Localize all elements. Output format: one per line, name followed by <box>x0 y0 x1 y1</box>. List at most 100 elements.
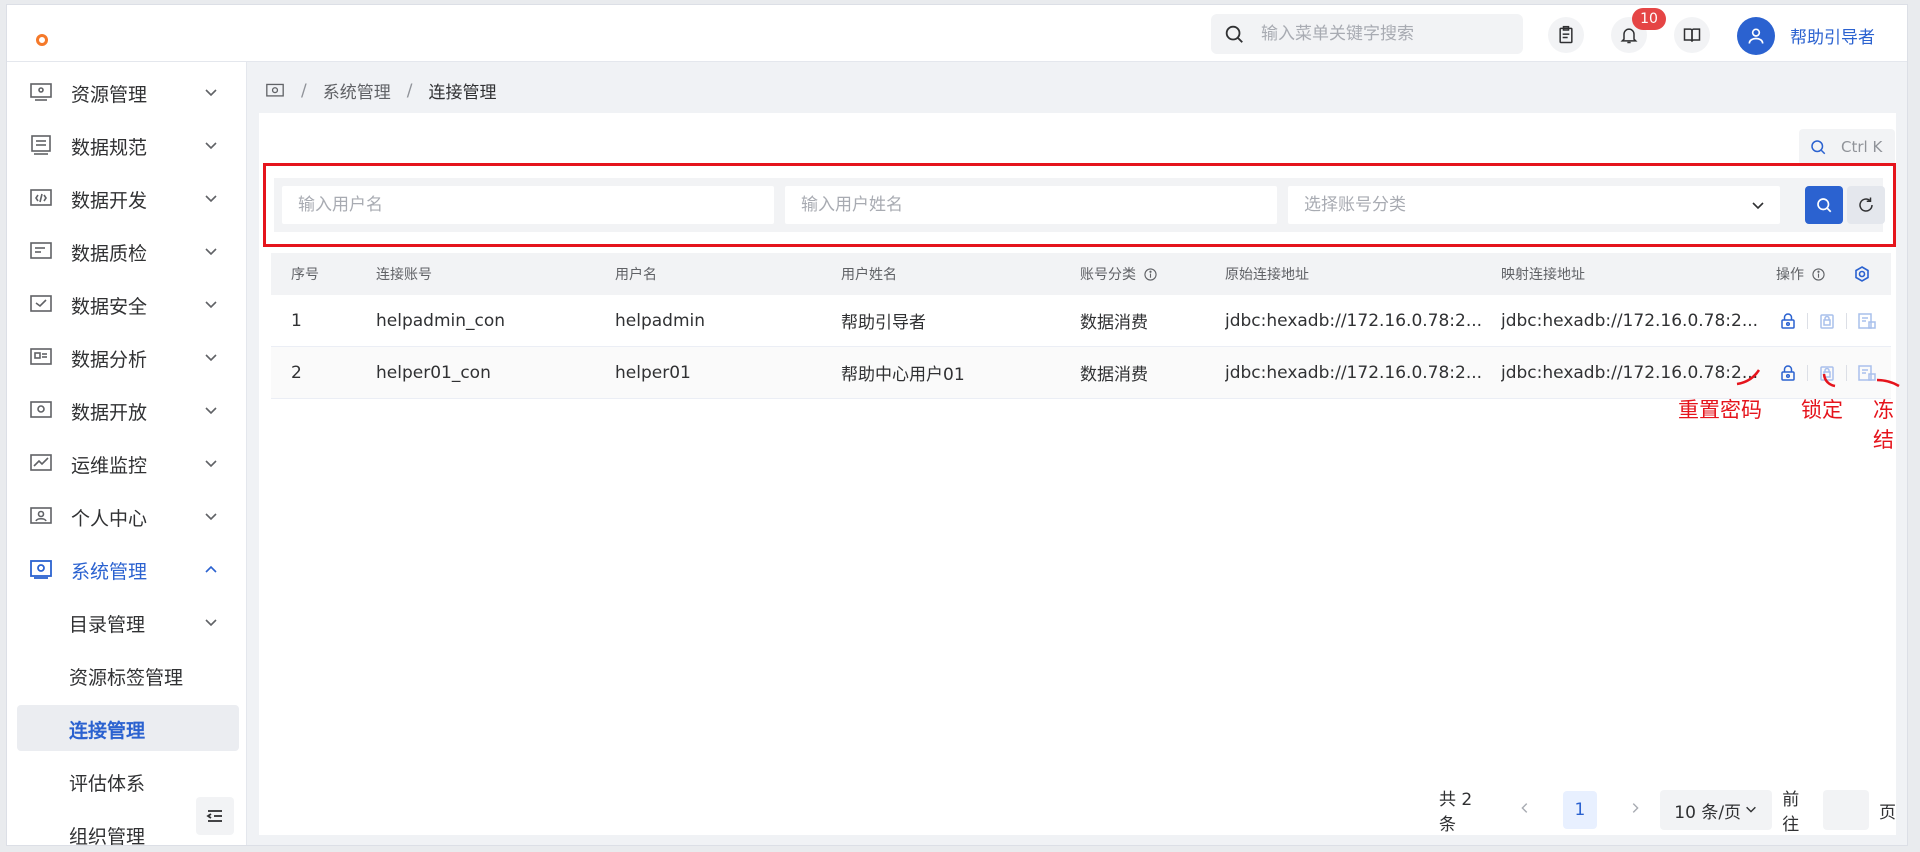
sidebar-item-label: 系统管理 <box>71 561 148 583</box>
cell-source-url: jdbc:hexadb://172.16.0.78:2... <box>1225 362 1483 383</box>
page-size-select[interactable]: 10 条/页 <box>1660 790 1773 830</box>
sidebar-item-develop[interactable]: 数据开发 <box>7 174 247 222</box>
book-icon <box>1683 28 1701 42</box>
column-header-actions: 操作 <box>1776 253 1825 295</box>
sidebar-item-personal[interactable]: 个人中心 <box>7 492 247 540</box>
top-bar: 10 帮助引导者 <box>7 5 1907 62</box>
next-page-button[interactable] <box>1621 800 1648 820</box>
home-icon[interactable] <box>265 82 285 100</box>
sidebar-item-label: 运维监控 <box>71 455 148 477</box>
column-settings-button[interactable] <box>1853 253 1871 295</box>
quality-icon <box>30 242 52 259</box>
open-icon <box>30 401 52 418</box>
username-input[interactable] <box>298 195 727 215</box>
sidebar-item-label: 个人中心 <box>71 508 148 530</box>
chevron-left-icon <box>1521 803 1528 813</box>
fullname-filter[interactable] <box>785 186 1277 224</box>
cell-mapped-url: jdbc:hexadb://172.16.0.78:2... <box>1501 362 1759 383</box>
notification-badge: 10 <box>1632 8 1666 30</box>
cell-index: 1 <box>291 310 302 331</box>
category-input[interactable] <box>1304 195 1733 215</box>
chevron-right-icon <box>1632 803 1639 813</box>
username-filter[interactable] <box>282 186 774 224</box>
row-actions <box>1779 295 1877 346</box>
annotation-reset-password: 重置密码 <box>1678 398 1762 422</box>
chevron-down-icon <box>1752 202 1764 210</box>
security-icon <box>30 295 52 312</box>
page-size-value: 10 条/页 <box>1674 802 1742 823</box>
sidebar-item-label: 连接管理 <box>69 720 146 742</box>
search-icon <box>1817 198 1832 213</box>
sidebar-item-label: 目录管理 <box>69 614 146 636</box>
menu-search-box[interactable] <box>1211 14 1523 54</box>
task-button[interactable] <box>1548 17 1584 53</box>
cell-index: 2 <box>291 362 302 383</box>
info-icon[interactable] <box>1812 267 1825 281</box>
info-icon[interactable] <box>1144 267 1157 281</box>
filter-bar <box>274 178 1885 232</box>
chevron-down-icon <box>205 460 217 468</box>
menu-search-input[interactable] <box>1261 24 1501 44</box>
gear-icon <box>1855 266 1869 282</box>
sidebar-item-label: 资源标签管理 <box>69 667 184 689</box>
annotation-lock: 锁定 <box>1801 398 1843 422</box>
clipboard-icon <box>1559 25 1573 44</box>
breadcrumb: / 系统管理 / 连接管理 <box>265 78 496 103</box>
category-select[interactable] <box>1288 186 1780 224</box>
sidebar-item-standard[interactable]: 数据规范 <box>7 121 247 169</box>
table-row: 1 helpadmin_con helpadmin 帮助引导者 数据消费 jdb… <box>271 295 1891 347</box>
chevron-down-icon <box>205 354 217 362</box>
chevron-down-icon <box>205 301 217 309</box>
sidebar-item-label: 评估体系 <box>69 773 146 795</box>
prev-page-button[interactable] <box>1511 800 1538 820</box>
user-name[interactable]: 帮助引导者 <box>1790 23 1875 48</box>
lock-icon[interactable] <box>1818 312 1836 330</box>
column-header: 操作 <box>1776 267 1804 283</box>
chevron-down-icon <box>205 89 217 97</box>
sidebar-item-connection[interactable]: 连接管理 <box>17 705 239 751</box>
quick-search-button[interactable]: Ctrl K <box>1799 129 1895 165</box>
column-header: 原始连接地址 <box>1225 267 1309 283</box>
chevron-down-icon <box>205 142 217 150</box>
divider <box>1846 312 1847 329</box>
search-button[interactable] <box>1805 186 1843 224</box>
shortcut-label: Ctrl K <box>1841 138 1883 156</box>
avatar[interactable] <box>1737 17 1775 55</box>
breadcrumb-item[interactable]: 系统管理 <box>323 78 391 103</box>
chevron-down-icon <box>1746 806 1757 813</box>
page-number[interactable]: 1 <box>1562 791 1598 829</box>
sidebar-item-label: 数据开放 <box>71 402 148 424</box>
cell-fullname: 帮助引导者 <box>841 313 926 333</box>
reset-button[interactable] <box>1847 186 1885 224</box>
sidebar-item-monitor[interactable]: 运维监控 <box>7 439 247 487</box>
pagination: 共 2 条 1 10 条/页 前往 页 <box>1439 790 1896 835</box>
cell-username: helpadmin <box>615 310 706 331</box>
cell-connection-account: helpadmin_con <box>376 310 506 331</box>
column-header: 用户名 <box>615 267 657 283</box>
reset-password-icon[interactable] <box>1779 312 1797 330</box>
sidebar-item-resource[interactable]: 资源管理 <box>7 68 247 116</box>
sidebar-item-catalog[interactable]: 目录管理 <box>17 599 239 645</box>
sidebar-item-open[interactable]: 数据开放 <box>7 386 247 434</box>
chevron-down-icon <box>205 619 217 627</box>
sidebar-item-system[interactable]: 系统管理 <box>7 545 247 593</box>
chevron-down-icon <box>205 248 217 256</box>
user-icon <box>1748 28 1764 44</box>
goto-page-input[interactable] <box>1823 790 1870 830</box>
sidebar-item-resource-tags[interactable]: 资源标签管理 <box>17 652 239 698</box>
collapse-sidebar-button[interactable] <box>196 797 234 835</box>
sidebar-item-security[interactable]: 数据安全 <box>7 280 247 328</box>
sidebar-item-label: 数据安全 <box>71 296 148 318</box>
chevron-down-icon <box>205 195 217 203</box>
sidebar-item-quality[interactable]: 数据质检 <box>7 227 247 275</box>
cell-source-url: jdbc:hexadb://172.16.0.78:2... <box>1225 310 1483 331</box>
breadcrumb-separator: / <box>301 80 307 101</box>
table-header: 序号 连接账号 用户名 用户姓名 账号分类 原始连接地址 映射连接地址 操作 <box>271 253 1891 295</box>
freeze-icon[interactable] <box>1857 312 1877 330</box>
docs-button[interactable] <box>1674 17 1710 53</box>
cell-category: 数据消费 <box>1080 365 1148 385</box>
logo-icon[interactable] <box>36 34 48 46</box>
fullname-input[interactable] <box>801 195 1230 215</box>
sidebar-item-analysis[interactable]: 数据分析 <box>7 333 247 381</box>
system-icon <box>30 560 52 579</box>
